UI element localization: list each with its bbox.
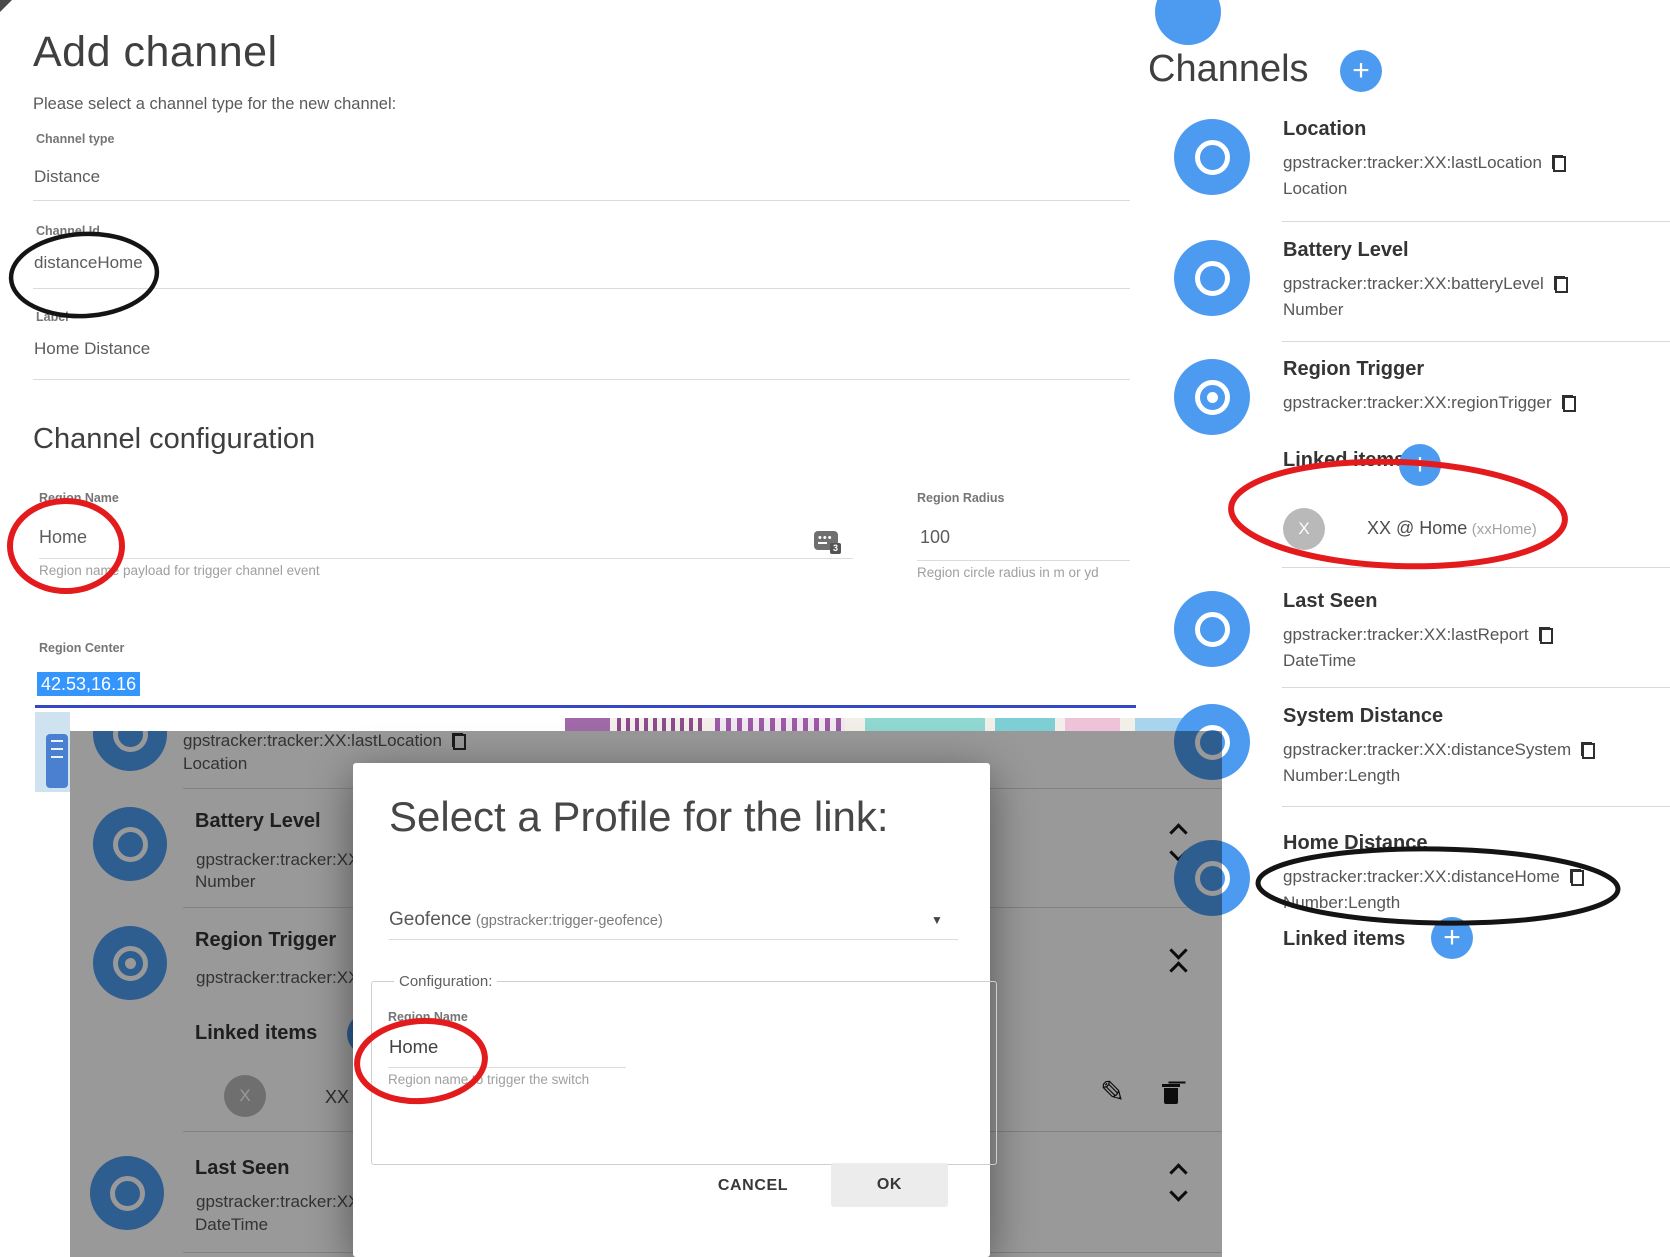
region-radius-label: Region Radius [917, 491, 1005, 505]
channels-heading: Channels [1148, 48, 1309, 91]
map-corner [35, 712, 70, 792]
channel-title: Location [1283, 118, 1366, 141]
divider [33, 379, 1130, 380]
channel-kind: Location [1283, 179, 1347, 199]
divider [1282, 567, 1670, 568]
selected-text: 42.53,16.16 [37, 672, 140, 696]
add-linked-item-button[interactable]: + [1399, 444, 1441, 486]
corner-artifact [0, 0, 12, 12]
annotation-ellipse-channel-id [2, 225, 166, 325]
channel-id-line: gpstracker:tracker:XX:distanceSystem [1283, 740, 1595, 760]
annotation-ellipse-linked-item [1225, 456, 1575, 576]
region-name-field[interactable]: Home [39, 527, 87, 548]
copy-icon[interactable] [1539, 627, 1553, 644]
region-name-label: Region Name [388, 1010, 468, 1024]
map-fragment-strip [565, 718, 1232, 731]
last-seen-channel-icon [1174, 591, 1250, 667]
region-center-label: Region Center [39, 641, 124, 655]
add-linked-item-button[interactable]: + [1431, 917, 1473, 959]
channel-id-line: gpstracker:tracker:XX:distanceHome [1283, 867, 1584, 887]
copy-icon[interactable] [1554, 276, 1568, 293]
battery-channel-icon [1174, 240, 1250, 316]
page-subtitle: Please select a channel type for the new… [33, 95, 396, 114]
channel-id-field[interactable]: distanceHome [34, 253, 143, 273]
partial-fab-icon[interactable] [1155, 0, 1221, 45]
linked-item-text: XX @ Home (xxHome) [1367, 518, 1537, 539]
channel-title: System Distance [1283, 705, 1443, 728]
channel-kind: Number [1283, 300, 1343, 320]
channel-id-line: gpstracker:tracker:XX:batteryLevel [1283, 274, 1568, 294]
autofill-badge: 3 [830, 543, 841, 554]
channel-kind: Number:Length [1283, 766, 1400, 786]
divider [1282, 806, 1670, 807]
configuration-fieldset: Configuration: Region Name Home Region n… [371, 973, 997, 1165]
focused-field-underline [35, 705, 1136, 708]
screen: Add channel Please select a channel type… [0, 0, 1670, 1257]
divider [33, 200, 1130, 201]
section-title-channel-configuration: Channel configuration [33, 423, 315, 456]
copy-icon[interactable] [1581, 742, 1595, 759]
region-trigger-channel-icon [1174, 359, 1250, 435]
page-title: Add channel [33, 28, 278, 77]
region-name-input[interactable]: Home [389, 1036, 438, 1058]
channel-type-field[interactable]: Distance [34, 167, 100, 187]
linked-items-label: Linked items [1283, 449, 1405, 472]
channel-title: Battery Level [1283, 239, 1409, 262]
channel-type-label: Channel type [36, 132, 115, 146]
divider [388, 1067, 626, 1068]
channel-id-line: gpstracker:tracker:XX:lastLocation [1283, 153, 1566, 173]
region-center-field[interactable]: 42.53,16.16 [37, 674, 140, 695]
channel-kind: DateTime [1283, 651, 1356, 671]
channel-kind: Number:Length [1283, 893, 1400, 913]
channel-title: Last Seen [1283, 590, 1377, 613]
channel-title: Region Trigger [1283, 358, 1424, 381]
divider [1282, 341, 1670, 342]
divider [1282, 687, 1670, 688]
channel-id-label: Channel Id [36, 224, 100, 238]
map-zoom-control[interactable] [46, 734, 68, 788]
chevron-down-icon[interactable]: ▼ [931, 913, 943, 927]
label-field[interactable]: Home Distance [34, 339, 150, 359]
divider [389, 939, 958, 940]
copy-icon[interactable] [1552, 155, 1566, 172]
dialog-title: Select a Profile for the link: [389, 793, 889, 841]
cancel-button[interactable]: CANCEL [705, 1168, 801, 1204]
linked-items-label: Linked items [1283, 928, 1405, 951]
profile-select[interactable]: Geofence (gpstracker:trigger-geofence) [389, 909, 663, 931]
region-radius-hint: Region circle radius in m or yd [917, 565, 1099, 580]
channel-id-line: gpstracker:tracker:XX:regionTrigger [1283, 393, 1576, 413]
divider [33, 288, 1130, 289]
label-label: Label [36, 310, 69, 324]
region-name-hint: Region name to trigger the switch [388, 1072, 589, 1087]
annotation-ellipse-distance-home [1252, 844, 1632, 930]
ok-button[interactable]: OK [831, 1163, 948, 1207]
divider [917, 560, 1130, 561]
add-channel-button[interactable]: + [1340, 50, 1382, 92]
region-name-label: Region Name [39, 491, 119, 505]
copy-icon[interactable] [1570, 869, 1584, 886]
divider [39, 558, 853, 559]
region-name-hint: Region name payload for trigger channel … [39, 563, 320, 578]
avatar: X [1283, 508, 1325, 550]
copy-icon[interactable] [1562, 395, 1576, 412]
region-radius-field[interactable]: 100 [920, 527, 950, 548]
profile-dialog: Select a Profile for the link: Geofence … [353, 763, 990, 1257]
channel-id-line: gpstracker:tracker:XX:lastReport [1283, 625, 1553, 645]
divider [1282, 221, 1670, 222]
channel-title: Home Distance [1283, 832, 1428, 855]
location-channel-icon [1174, 119, 1250, 195]
configuration-legend: Configuration: [394, 973, 497, 990]
autofill-keyboard-icon[interactable]: ••• 3 [814, 531, 838, 550]
annotation-ellipse-region-name [2, 495, 137, 605]
